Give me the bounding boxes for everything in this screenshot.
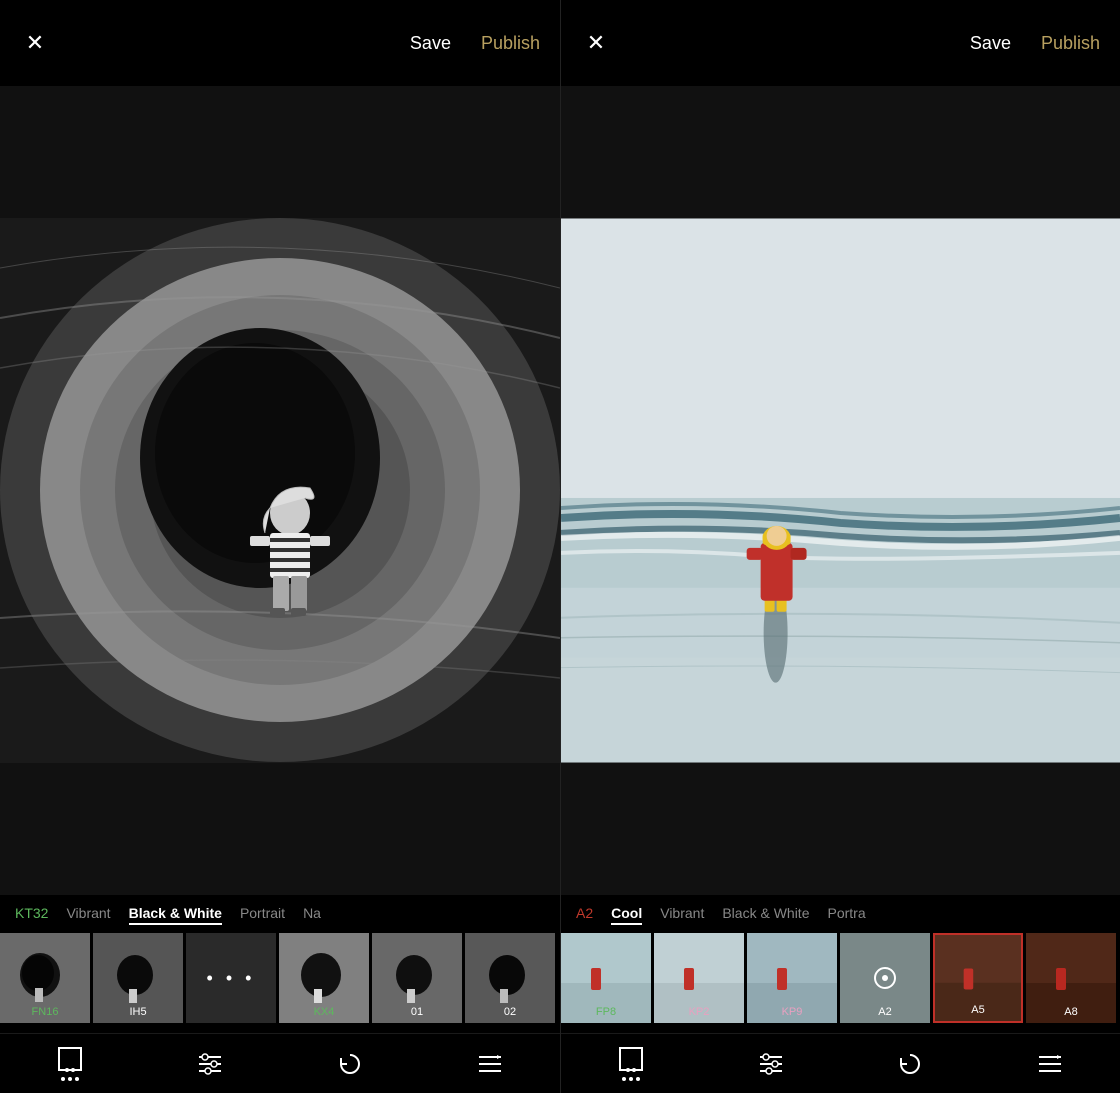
- left-sliders-button[interactable]: [197, 1053, 223, 1075]
- left-publish-button[interactable]: Publish: [481, 33, 540, 54]
- left-filters-area: KT32 Vibrant Black & White Portrait Na F…: [0, 895, 560, 1033]
- right-filter-kp2-label: KP2: [654, 1006, 744, 1018]
- right-filter-a5-label: A5: [935, 1004, 1021, 1016]
- left-filter-kx4-label: KX4: [279, 1006, 369, 1018]
- left-filter-kt32[interactable]: • • •: [186, 933, 276, 1023]
- left-filter-fn16[interactable]: FN16: [0, 933, 90, 1023]
- left-filter-02[interactable]: 02: [465, 933, 555, 1023]
- left-panel: ✕ Save Publish: [0, 0, 560, 1093]
- left-filter-cat-na[interactable]: Na: [303, 905, 321, 925]
- right-bottom-toolbar: [561, 1033, 1120, 1093]
- right-filter-a2-label: A2: [840, 1006, 930, 1018]
- left-save-button[interactable]: Save: [410, 33, 451, 54]
- right-filter-cat-portrait[interactable]: Portra: [827, 905, 865, 925]
- right-filter-fp8-label: FP8: [561, 1006, 651, 1018]
- left-filter-02-label: 02: [465, 1006, 555, 1018]
- right-filter-categories: A2 Cool Vibrant Black & White Portra: [561, 895, 1120, 933]
- right-filter-cat-vibrant[interactable]: Vibrant: [660, 905, 704, 925]
- left-filter-kx4[interactable]: KX4: [279, 933, 369, 1023]
- right-filter-kp9-label: KP9: [747, 1006, 837, 1018]
- right-sliders-button[interactable]: [758, 1053, 784, 1075]
- left-filter-categories: KT32 Vibrant Black & White Portrait Na: [0, 895, 560, 933]
- left-bottom-toolbar: [0, 1033, 560, 1093]
- left-filter-cat-vibrant[interactable]: Vibrant: [66, 905, 110, 925]
- left-layers-button[interactable]: [477, 1053, 503, 1075]
- right-filter-kp9[interactable]: KP9: [747, 933, 837, 1023]
- right-close-button[interactable]: ✕: [581, 28, 611, 58]
- right-frame-button[interactable]: [618, 1046, 644, 1081]
- right-layers-button[interactable]: [1037, 1053, 1063, 1075]
- left-filter-fn16-label: FN16: [0, 1006, 90, 1018]
- right-filter-thumbnails: FP8 KP2 KP9: [561, 933, 1120, 1033]
- right-filter-kp2[interactable]: KP2: [654, 933, 744, 1023]
- left-close-button[interactable]: ✕: [20, 28, 50, 58]
- right-filter-a2[interactable]: A2: [840, 933, 930, 1023]
- right-filter-a5[interactable]: A5: [933, 933, 1023, 1023]
- right-panel: ✕ Save Publish: [560, 0, 1120, 1093]
- left-frame-button[interactable]: [57, 1046, 83, 1081]
- left-filter-ih5[interactable]: IH5: [93, 933, 183, 1023]
- left-filter-thumbnails: FN16 IH5 • • • KX4: [0, 933, 560, 1033]
- right-filter-cat-a2[interactable]: A2: [576, 905, 593, 925]
- left-filter-cat-bw[interactable]: Black & White: [129, 905, 222, 925]
- left-filter-ih5-label: IH5: [93, 1006, 183, 1018]
- left-filter-cat-portrait[interactable]: Portrait: [240, 905, 285, 925]
- right-photo-area: [561, 86, 1120, 895]
- right-filters-area: A2 Cool Vibrant Black & White Portra FP8…: [561, 895, 1120, 1033]
- right-save-button[interactable]: Save: [970, 33, 1011, 54]
- left-photo-area: [0, 86, 560, 895]
- right-header: ✕ Save Publish: [561, 0, 1120, 86]
- left-header: ✕ Save Publish: [0, 0, 560, 86]
- left-header-actions: Save Publish: [410, 33, 540, 54]
- right-filter-a8[interactable]: A8: [1026, 933, 1116, 1023]
- left-history-button[interactable]: [337, 1051, 363, 1077]
- right-filter-a8-label: A8: [1026, 1006, 1116, 1018]
- right-filter-cat-bw[interactable]: Black & White: [722, 905, 809, 925]
- right-filter-fp8[interactable]: FP8: [561, 933, 651, 1023]
- left-filter-01-label: 01: [372, 1006, 462, 1018]
- right-history-button[interactable]: [897, 1051, 923, 1077]
- right-filter-cat-cool[interactable]: Cool: [611, 905, 642, 925]
- right-publish-button[interactable]: Publish: [1041, 33, 1100, 54]
- left-filter-01[interactable]: 01: [372, 933, 462, 1023]
- left-filter-cat-kt32[interactable]: KT32: [15, 905, 48, 925]
- right-header-actions: Save Publish: [970, 33, 1100, 54]
